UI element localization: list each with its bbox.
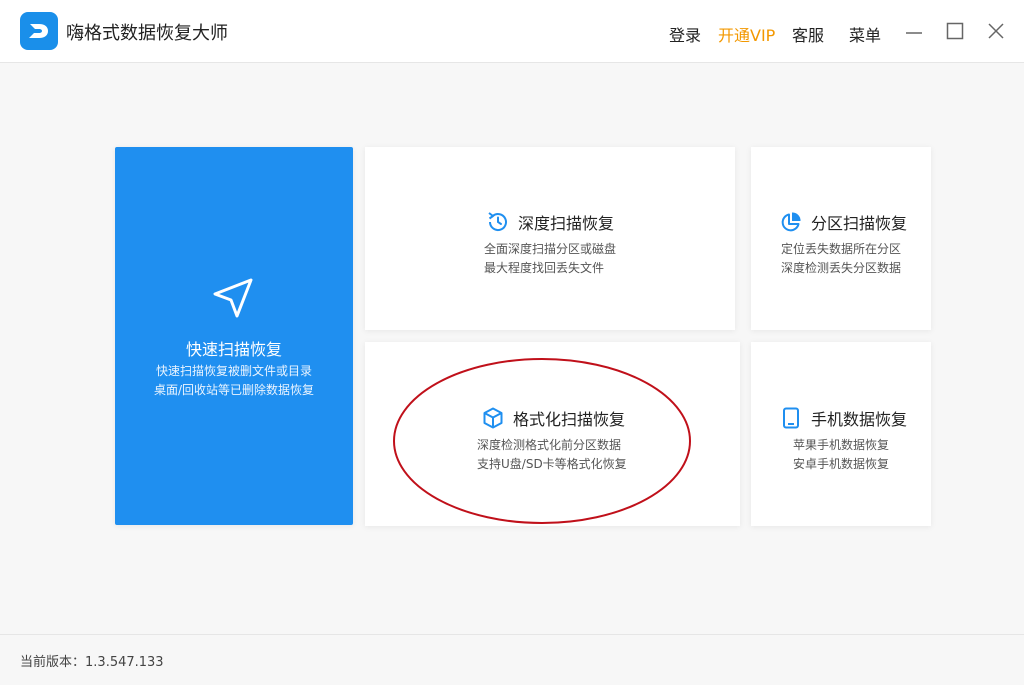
format-scan-card[interactable]	[365, 342, 740, 526]
quick-scan-desc-line2: 桌面/回收站等已删除数据恢复	[153, 383, 315, 397]
partition-scan-desc-line2: 深度检测丢失分区数据	[781, 261, 902, 275]
deep-scan-card[interactable]	[365, 147, 735, 330]
close-icon	[988, 23, 1004, 39]
partition-scan-desc-line1: 定位丢失数据所在分区	[781, 242, 902, 256]
partition-scan-title: 分区扫描恢复	[811, 214, 908, 233]
deep-scan-desc: 全面深度扫描分区或磁盘 最大程度找回丢失文件	[484, 240, 616, 278]
partition-scan-header: 分区扫描恢复	[779, 210, 907, 234]
maximize-icon	[946, 22, 964, 40]
customer-service-link[interactable]: 客服	[792, 22, 824, 46]
quick-scan-desc: 快速扫描恢复被删文件或目录 桌面/回收站等已删除数据恢复	[115, 362, 353, 400]
minimize-button[interactable]	[901, 18, 927, 44]
phone-recovery-desc-line2: 安卓手机数据恢复	[793, 457, 890, 471]
cube-icon	[483, 407, 503, 429]
version-value: 1.3.547.133	[85, 655, 164, 670]
format-scan-desc: 深度检测格式化前分区数据 支持U盘/SD卡等格式化恢复	[477, 436, 627, 474]
phone-icon	[783, 407, 799, 429]
minimize-icon	[906, 32, 922, 34]
navigation-arrow-icon	[213, 278, 253, 318]
login-link[interactable]: 登录	[669, 22, 701, 46]
partition-scan-desc: 定位丢失数据所在分区 深度检测丢失分区数据	[781, 240, 901, 278]
history-icon	[488, 212, 507, 231]
vip-link[interactable]: 开通VIP	[718, 22, 775, 46]
quick-scan-desc-line1: 快速扫描恢复被删文件或目录	[155, 364, 312, 378]
format-scan-header: 格式化扫描恢复	[481, 406, 625, 430]
version-label: 当前版本：	[20, 655, 86, 670]
pie-chart-icon	[781, 212, 801, 232]
footer-divider	[0, 634, 1024, 635]
phone-recovery-desc: 苹果手机数据恢复 安卓手机数据恢复	[793, 436, 889, 474]
partition-scan-card[interactable]	[751, 147, 931, 330]
deep-scan-header: 深度扫描恢复	[486, 210, 614, 234]
deep-scan-desc-line2: 最大程度找回丢失文件	[484, 261, 605, 275]
app-logo	[20, 12, 58, 50]
deep-scan-desc-line1: 全面深度扫描分区或磁盘	[484, 242, 617, 256]
title-bar: 嗨格式数据恢复大师 登录 开通VIP 客服 菜单	[0, 0, 1024, 63]
logo-d-icon	[29, 24, 48, 38]
app-title: 嗨格式数据恢复大师	[66, 23, 228, 44]
phone-recovery-card[interactable]	[751, 342, 931, 526]
format-scan-desc-line2: 支持U盘/SD卡等格式化恢复	[477, 457, 627, 471]
menu-link[interactable]: 菜单	[849, 22, 881, 46]
maximize-button[interactable]	[942, 18, 968, 44]
phone-recovery-header: 手机数据恢复	[779, 406, 907, 430]
phone-recovery-desc-line1: 苹果手机数据恢复	[793, 438, 890, 452]
format-scan-title: 格式化扫描恢复	[513, 410, 626, 429]
app-window: 嗨格式数据恢复大师 登录 开通VIP 客服 菜单 快速扫描恢复 快速扫描恢复被删…	[0, 0, 1024, 685]
close-button[interactable]	[983, 18, 1009, 44]
phone-recovery-title: 手机数据恢复	[811, 410, 908, 429]
deep-scan-title: 深度扫描恢复	[518, 214, 615, 233]
version-info: 当前版本：1.3.547.133	[20, 651, 164, 670]
format-scan-desc-line1: 深度检测格式化前分区数据	[477, 438, 622, 452]
quick-scan-title: 快速扫描恢复	[185, 340, 282, 359]
